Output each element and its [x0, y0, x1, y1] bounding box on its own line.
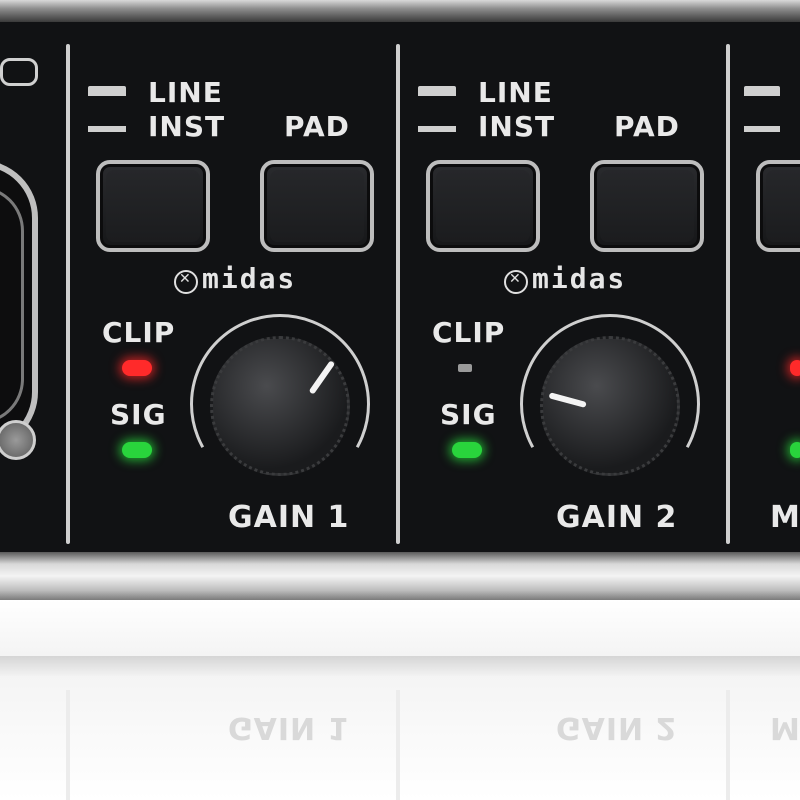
black-faceplate — [0, 22, 800, 552]
reflection-band — [0, 656, 800, 676]
button-face — [600, 170, 694, 242]
panel-divider — [396, 44, 400, 544]
sig-label: SIG — [110, 398, 167, 431]
clip-led — [458, 364, 472, 372]
gain-2-label: GAIN 2 — [556, 500, 678, 535]
gain-1-label: GAIN 1 — [228, 500, 350, 535]
midas-logo-icon — [504, 270, 528, 294]
button-face — [270, 170, 364, 242]
midas-logo-icon — [174, 270, 198, 294]
sig-led — [452, 442, 482, 458]
audio-interface-photo: LINE INST PAD midas CLIP SIG GAIN 1 LINE… — [0, 0, 800, 800]
reflected-partial-label: M — [770, 710, 800, 745]
partial-led — [790, 360, 800, 376]
partial-led — [790, 442, 800, 458]
clip-label: CLIP — [102, 316, 176, 349]
reflection-divider — [396, 690, 400, 800]
panel-divider — [726, 44, 730, 544]
line-inst-button[interactable] — [426, 160, 540, 252]
line-switch-symbol-icon — [418, 86, 456, 96]
reflection-divider — [726, 690, 730, 800]
button-face — [766, 170, 800, 242]
reflection-divider — [66, 690, 70, 800]
line-label: LINE — [148, 76, 223, 109]
reflected-gain-1-label: GAIN 1 — [228, 710, 350, 745]
clip-label: CLIP — [432, 316, 506, 349]
xlr-combo-jack[interactable] — [0, 160, 38, 450]
partial-channel-label: M — [770, 500, 800, 535]
pad-label: PAD — [284, 110, 350, 143]
line-inst-button[interactable] — [96, 160, 210, 252]
inst-switch-symbol-icon — [744, 126, 780, 132]
surface-reflection: GAIN 1 GAIN 2 M — [0, 600, 800, 800]
midas-brand-label: midas — [202, 262, 297, 295]
knob-pointer-icon — [548, 392, 587, 408]
panel-divider — [66, 44, 70, 544]
inst-switch-symbol-icon — [418, 126, 456, 132]
sig-label: SIG — [440, 398, 497, 431]
inst-label: INST — [478, 110, 556, 143]
line-switch-symbol-icon — [88, 86, 126, 96]
knob-pointer-icon — [308, 360, 336, 395]
reflected-gain-2-label: GAIN 2 — [556, 710, 678, 745]
gain-2-knob[interactable] — [540, 336, 680, 476]
chrome-bottom-rail — [0, 552, 800, 600]
midas-brand-label: midas — [532, 262, 627, 295]
button-face — [106, 170, 200, 242]
gain-1-knob[interactable] — [210, 336, 350, 476]
chrome-top-rail — [0, 0, 800, 22]
line-switch-symbol-icon — [744, 86, 780, 96]
line-label: LINE — [478, 76, 553, 109]
audio-interface-front-panel: LINE INST PAD midas CLIP SIG GAIN 1 LINE… — [0, 0, 800, 600]
xlr-inner-ring — [0, 186, 24, 424]
pad-button[interactable] — [590, 160, 704, 252]
inst-switch-symbol-icon — [88, 126, 126, 132]
pad-button[interactable] — [260, 160, 374, 252]
pad-label: PAD — [614, 110, 680, 143]
sig-led — [122, 442, 152, 458]
partial-symbol-icon — [0, 58, 38, 86]
clip-led — [122, 360, 152, 376]
button-face — [436, 170, 530, 242]
inst-label: INST — [148, 110, 226, 143]
partial-channel-button[interactable] — [756, 160, 800, 252]
